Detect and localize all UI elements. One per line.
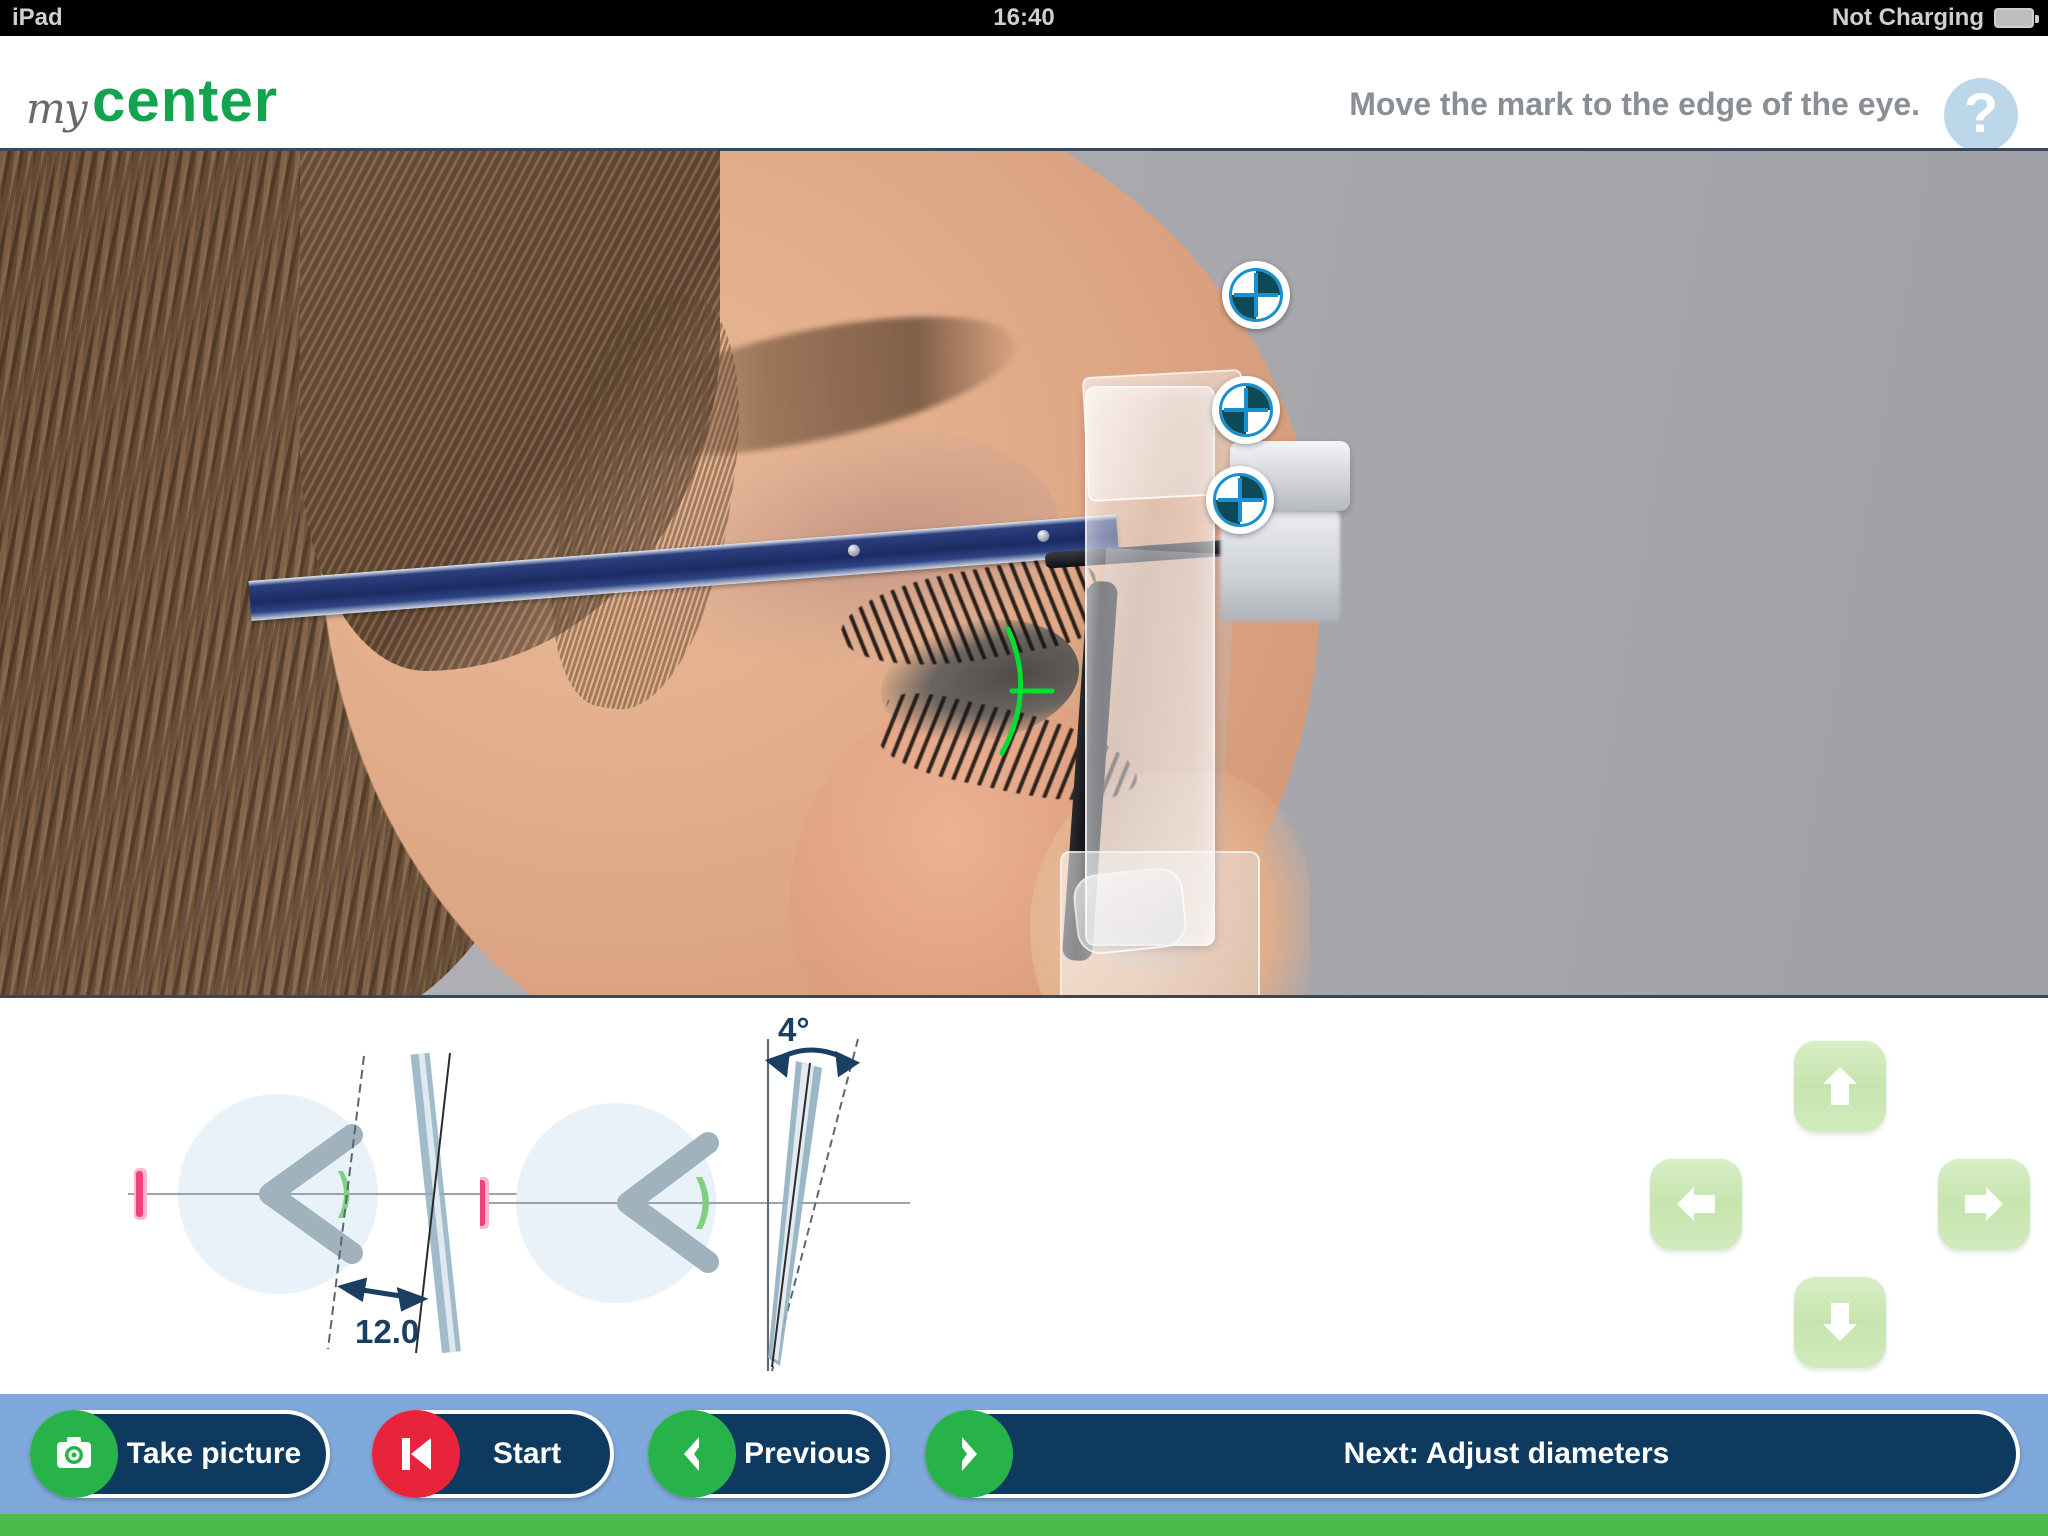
help-button[interactable]: ? (1944, 78, 2018, 152)
start-button[interactable]: Start (372, 1410, 614, 1498)
retina-mark (136, 1171, 143, 1217)
skip-back-glyph (402, 1438, 431, 1470)
status-right-group: Not Charging (1832, 4, 2039, 32)
bottom-accent-strip (0, 1514, 2048, 1536)
skip-back-icon (372, 1410, 460, 1498)
eye-edge-marker-icon[interactable] (980, 621, 1100, 761)
arrow-down-icon (1823, 1303, 1857, 1341)
tilt-angle-value: 4° (778, 1011, 810, 1048)
clip-nose-rest (1071, 865, 1189, 957)
battery-icon (1994, 8, 2039, 28)
app-logo: my center (18, 58, 318, 134)
chevron-right-icon (925, 1410, 1013, 1498)
fiducial-marker-1[interactable] (1222, 261, 1290, 329)
previous-button[interactable]: Previous (648, 1410, 890, 1498)
retina-mark (480, 1180, 485, 1226)
charging-status-label: Not Charging (1832, 4, 1984, 31)
pantoscopic-tilt-diagram: 4° (480, 1011, 910, 1372)
camera-icon (30, 1410, 118, 1498)
fiducial-crosshair-vertical (1254, 273, 1258, 317)
move-down-button[interactable] (1794, 1276, 1886, 1368)
temple-rivet (1036, 529, 1050, 543)
photo-viewport[interactable] (0, 148, 2048, 998)
logo-word-text: center (92, 67, 279, 134)
status-clock: 16:40 (993, 4, 1055, 31)
move-left-button[interactable] (1650, 1158, 1742, 1250)
app-header: my center Move the mark to the edge of t… (0, 36, 2048, 152)
next-button[interactable]: Next: Adjust diameters (925, 1410, 2020, 1498)
arrow-right-icon (1965, 1187, 2003, 1221)
fiducial-crosshair-vertical (1238, 478, 1242, 522)
move-right-button[interactable] (1938, 1158, 2030, 1250)
arrow-up-icon (1823, 1067, 1857, 1105)
chevron-left-icon (648, 1410, 736, 1498)
lens-shape (410, 1052, 461, 1354)
temple-rivet (847, 544, 861, 557)
take-picture-button[interactable]: Take picture (30, 1410, 330, 1498)
status-bar: iPad 16:40 Not Charging (0, 0, 2048, 36)
chevron-right-glyph (962, 1437, 977, 1471)
fiducial-marker-2[interactable] (1212, 376, 1280, 444)
fiducial-quadrant-icon (1219, 383, 1273, 437)
next-label: Next: Adjust diameters (1343, 1437, 1670, 1470)
question-mark-icon: ? (1963, 81, 1999, 144)
arrow-left-icon (1677, 1187, 1715, 1221)
vertex-distance-value: 12.0 (355, 1313, 419, 1350)
lens-shape (768, 1061, 822, 1366)
logo-script-text: my (26, 84, 88, 133)
fiducial-quadrant-icon (1213, 473, 1267, 527)
nudge-dpad (1650, 1040, 2030, 1368)
fiducial-quadrant-icon (1229, 268, 1283, 322)
camera-glyph (57, 1437, 91, 1468)
lens-plane-line (771, 1062, 811, 1368)
vertex-distance-arrow (336, 1277, 429, 1312)
fiducial-crosshair-vertical (1244, 388, 1248, 432)
chevron-left-glyph (684, 1437, 699, 1471)
instruction-text: Move the mark to the edge of the eye. (1349, 86, 1920, 122)
fiducial-marker-3[interactable] (1206, 466, 1274, 534)
move-up-button[interactable] (1794, 1040, 1886, 1132)
bottom-toolbar: Take picture Start Previous Next: Adjust… (0, 1394, 2048, 1514)
